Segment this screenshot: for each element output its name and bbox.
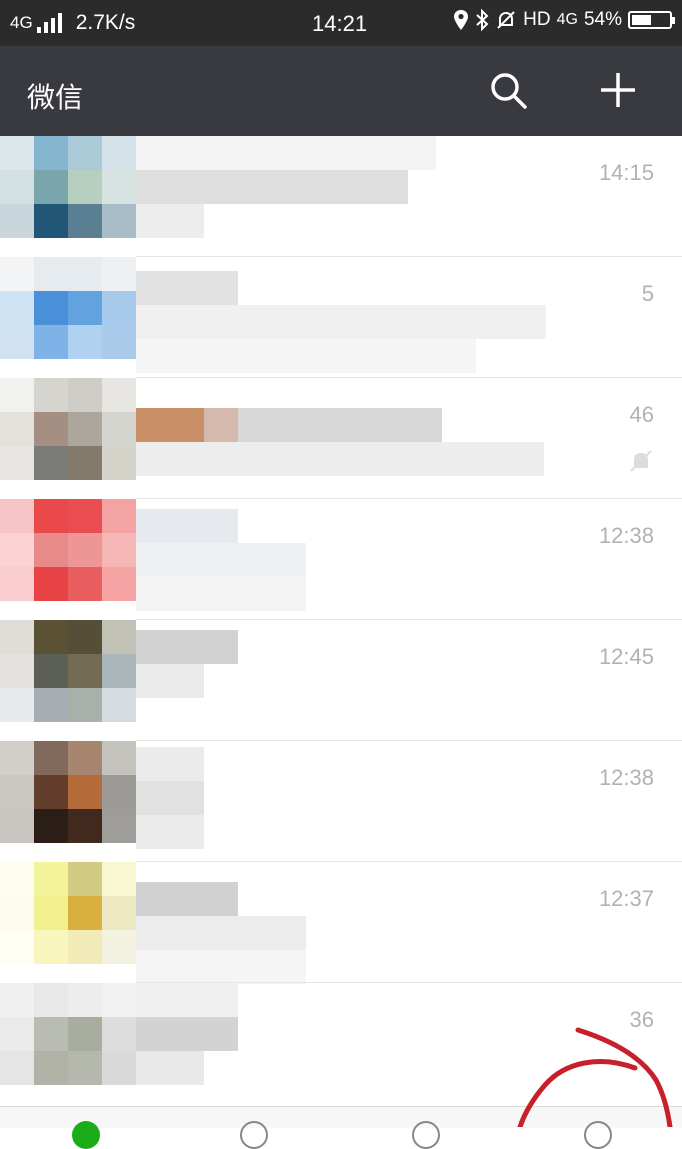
chat-time: 12:38 — [598, 765, 654, 790]
bottom-tab-bar — [0, 1106, 682, 1149]
tab-contacts-icon[interactable] — [240, 1121, 268, 1149]
chat-row[interactable]: 36 — [0, 983, 682, 1104]
chat-row[interactable]: 14:15 — [0, 136, 682, 257]
chat-row[interactable]: 12:37 — [0, 862, 682, 984]
app-header: 微信 — [0, 46, 682, 136]
chat-list[interactable]: 14:15 5 46 12:38 12:45 12:38 12:37 36 — [0, 136, 682, 1106]
tab-me-icon[interactable] — [584, 1121, 612, 1149]
tab-chats-icon[interactable] — [72, 1121, 100, 1149]
chat-time: 12:45 — [598, 644, 654, 669]
tab-discover-icon[interactable] — [412, 1121, 440, 1149]
avatar — [0, 499, 136, 601]
status-bar: 4G 2.7K/s 14:21 HD 4G 54% — [0, 0, 682, 46]
battery-percent: 54% — [583, 9, 622, 30]
avatar — [0, 136, 136, 238]
signal-icon — [36, 13, 62, 33]
bluetooth-icon — [476, 9, 489, 31]
chat-row[interactable]: 12:38 — [0, 741, 682, 862]
page-title: 微信 — [27, 82, 84, 113]
chat-time: 46 — [629, 402, 654, 427]
battery-icon — [628, 11, 675, 29]
chat-row[interactable]: 12:38 — [0, 499, 682, 620]
chat-time: 12:37 — [598, 886, 654, 911]
chat-time: 12:38 — [598, 523, 654, 548]
search-icon[interactable] — [486, 68, 530, 112]
chat-time: 5 — [641, 281, 654, 306]
network-speed: 2.7K/s — [75, 11, 136, 34]
network-type-secondary: 4G — [556, 11, 578, 28]
mute-bell-icon — [497, 11, 515, 29]
chat-time: 14:15 — [598, 160, 654, 185]
avatar — [0, 862, 136, 964]
plus-icon[interactable] — [596, 68, 640, 112]
chat-row[interactable]: 46 — [0, 378, 682, 499]
avatar — [0, 741, 136, 843]
chat-row[interactable]: 12:45 — [0, 620, 682, 741]
avatar — [0, 257, 136, 359]
avatar — [0, 983, 136, 1085]
chat-row[interactable]: 5 — [0, 257, 682, 378]
avatar — [0, 620, 136, 722]
hd-indicator: HD — [523, 9, 551, 30]
status-clock: 14:21 — [312, 11, 368, 36]
avatar — [0, 378, 136, 480]
chat-time: 36 — [629, 1007, 654, 1032]
location-icon — [454, 10, 469, 30]
mute-notification-icon — [630, 450, 652, 472]
network-type: 4G — [10, 13, 33, 32]
